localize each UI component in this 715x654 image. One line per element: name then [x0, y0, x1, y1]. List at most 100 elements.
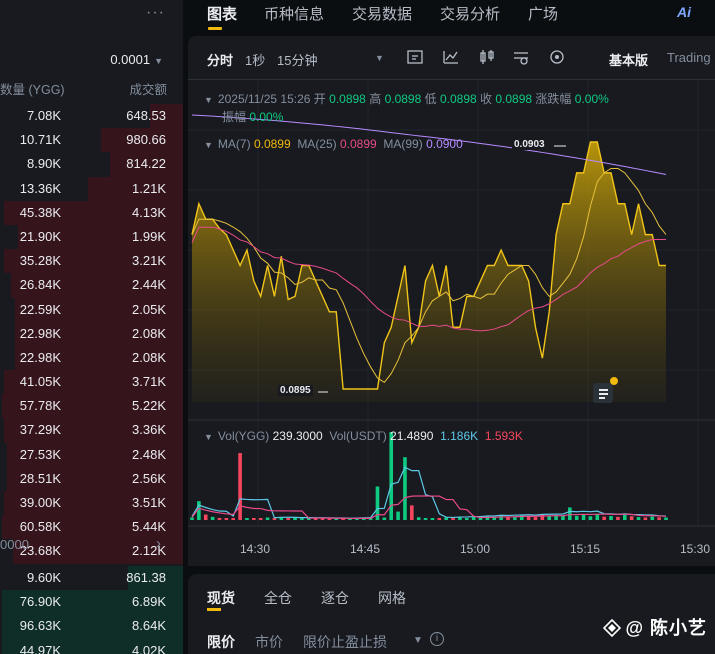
ask-list: 7.08K 648.53 10.71K 980.66 8.90K 814.22 13.36K… [0, 104, 183, 564]
ask-row[interactable]: 21.90K 1.99K [0, 224, 183, 250]
chevron-right-icon[interactable]: › [156, 535, 161, 552]
info-icon[interactable]: i [430, 632, 444, 646]
chart-toolbar: 分时 1秒 15分钟 ▼ 基本版 Trading [188, 36, 715, 80]
ask-row[interactable]: 27.53K 2.48K [0, 442, 183, 467]
row-amount: 3.36K [132, 422, 166, 438]
row-qty: 22.98K [19, 325, 61, 341]
ohlc-date: 2025/11/25 15:26 [217, 92, 311, 106]
row-amount: 4.13K [132, 204, 166, 220]
more-icon[interactable]: ··· [146, 4, 165, 22]
row-amount: 4.02K [132, 642, 166, 654]
chevron-down-icon[interactable]: ▼ [204, 140, 213, 150]
volume-bar [190, 517, 194, 520]
x-tick: 15:30 [680, 542, 711, 556]
tab-trading-data[interactable]: 交易数据 [352, 3, 412, 24]
order-type-market[interactable]: 市价 [255, 632, 283, 652]
volume-bar [382, 517, 387, 520]
ask-row[interactable]: 13.36K 1.21K [0, 176, 183, 201]
tab-trading-analysis[interactable]: 交易分析 [440, 3, 500, 24]
row-amount: 3.71K [132, 374, 166, 390]
note-icon[interactable] [593, 377, 618, 403]
ask-row[interactable]: 22.59K 2.05K [0, 297, 183, 322]
tick-size-select[interactable]: 0.0001 ▼ [110, 52, 163, 67]
row-amount: 2.08K [132, 349, 166, 365]
volume-bar [581, 514, 586, 520]
row-qty: 27.53K [19, 446, 61, 462]
row-amount: 2.08K [132, 325, 166, 341]
volume-bar [410, 505, 414, 520]
ask-row[interactable]: 28.51K 2.56K [0, 466, 183, 491]
volume-bar [464, 518, 469, 520]
volume-bar [416, 517, 421, 520]
amp-label: 振幅 [222, 110, 247, 124]
row-qty: 28.51K [19, 470, 61, 486]
ask-row[interactable]: 22.98K 2.08K [0, 345, 183, 371]
ai-icon[interactable]: Ai [677, 4, 691, 20]
vol-ma10-value: 1.593K [484, 429, 523, 443]
interval-1s[interactable]: 1秒 [245, 50, 265, 69]
candlestick-icon[interactable] [478, 49, 496, 65]
tab-grid[interactable]: 网格 [378, 588, 406, 608]
order-type-stop-limit[interactable]: 限价止盈止损 [303, 632, 387, 652]
tab-coin-info[interactable]: 币种信息 [264, 3, 324, 24]
settings-sliders-icon[interactable] [512, 49, 530, 65]
volume-legend: ▼ Vol(YGG) 239.3000 Vol(USDT) 21.4890 1.1… [204, 429, 523, 443]
volume-bar [396, 511, 400, 520]
chevron-down-icon[interactable]: ▼ [375, 53, 384, 63]
chevron-down-icon[interactable]: ▼ [204, 432, 213, 442]
chevron-down-icon[interactable]: ▼ [413, 635, 423, 646]
bid-row[interactable]: 44.97K 4.02K [0, 638, 183, 654]
bid-row[interactable]: 76.90K 6.89K [0, 590, 183, 615]
volume-bar [203, 514, 208, 520]
indicator-icon[interactable] [406, 49, 424, 65]
ask-row[interactable]: 57.78K 5.22K [0, 394, 183, 419]
target-icon[interactable] [548, 49, 566, 65]
amount-column-header: 成交额 [129, 83, 167, 97]
main-tabs: 图表 币种信息 交易数据 交易分析 广场 Ai [188, 0, 715, 32]
bid-row[interactable]: 96.63K 8.64K [0, 614, 183, 639]
tab-square[interactable]: 广场 [528, 3, 558, 24]
row-amount: 3.21K [132, 253, 166, 269]
volume-bar [643, 517, 648, 520]
tab-chart[interactable]: 图表 [207, 3, 237, 24]
price-chart[interactable]: ▼ 2025/11/25 15:26 开 0.0898 高 0.0898 低 0.… [188, 80, 715, 566]
row-qty: 21.90K [19, 228, 61, 244]
order-type-limit[interactable]: 限价 [207, 632, 235, 652]
ask-row[interactable]: 26.84K 2.44K [0, 273, 183, 298]
line-chart-icon[interactable] [442, 49, 460, 65]
chart-canvas[interactable] [188, 80, 715, 566]
ask-row[interactable]: 45.38K 4.13K [0, 200, 183, 225]
ask-row[interactable]: 39.00K 3.51K [0, 491, 183, 516]
bid-row[interactable]: 9.60K 861.38 [0, 566, 183, 591]
qty-column-header: 数量 (YGG) [0, 83, 65, 97]
interval-15m[interactable]: 15分钟 [277, 50, 317, 69]
volume-bar [245, 518, 249, 520]
basic-view-button[interactable]: 基本版 [609, 50, 648, 69]
diamond-logo-icon [603, 619, 622, 637]
tradingview-button[interactable]: Trading [667, 50, 711, 65]
volume-bar [224, 518, 229, 520]
ask-row[interactable]: 8.90K 814.22 [0, 152, 183, 177]
ask-row[interactable]: 22.98K 2.08K [0, 321, 183, 346]
tab-isolated[interactable]: 逐仓 [321, 588, 349, 608]
volume-bar [568, 507, 572, 520]
volume-bar [650, 516, 655, 520]
change-label: 涨跌幅 [535, 92, 572, 106]
ask-row[interactable]: 41.05K 3.71K [0, 370, 183, 395]
high-price-marker: 0.0903 [512, 139, 547, 150]
interval-timeshare[interactable]: 分时 [207, 50, 233, 69]
tab-cross[interactable]: 全仓 [264, 588, 292, 608]
ask-row[interactable]: 35.28K 3.21K [0, 249, 183, 274]
row-qty: 26.84K [19, 277, 61, 293]
volume-bar [547, 516, 552, 520]
author-name: 陈小艺 [650, 618, 707, 638]
row-qty: 35.28K [19, 253, 61, 269]
tab-spot[interactable]: 现货 [207, 588, 235, 608]
amp-value: 0.00% [249, 110, 284, 124]
ask-row[interactable]: 7.08K 648.53 [0, 104, 183, 129]
x-tick: 15:15 [570, 542, 601, 556]
ask-row[interactable]: 37.29K 3.36K [0, 418, 183, 443]
row-amount: 2.44K [132, 277, 166, 293]
chevron-down-icon[interactable]: ▼ [204, 95, 213, 105]
ask-row[interactable]: 10.71K 980.66 [0, 128, 183, 153]
